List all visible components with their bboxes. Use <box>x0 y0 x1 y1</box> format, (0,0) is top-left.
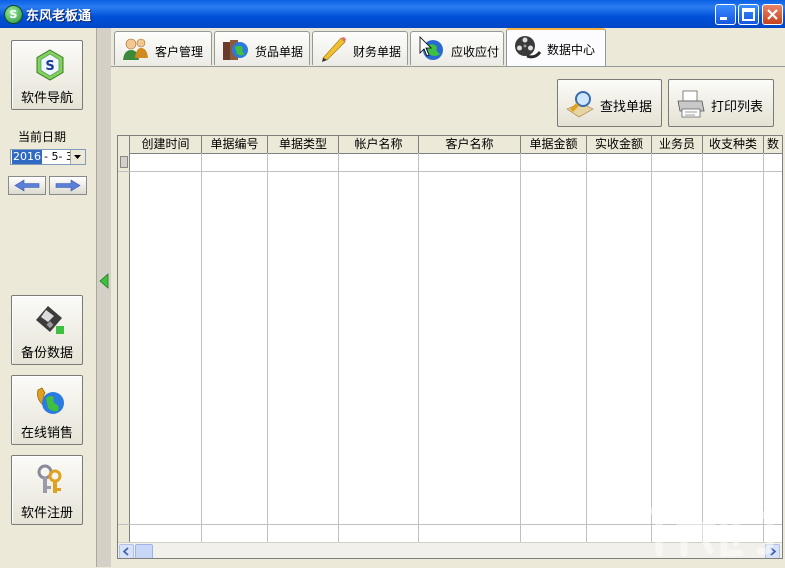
window-title: 东风老板通 <box>26 9 92 24</box>
column-header[interactable]: 单据编号 <box>202 136 268 153</box>
tab-data-label: 数据中心 <box>547 43 596 57</box>
chevron-down-icon <box>74 155 81 159</box>
arrow-left-icon <box>14 179 40 192</box>
tab-receivable-label: 应收应付 <box>451 45 500 59</box>
find-document-label: 查找单据 <box>600 100 653 115</box>
column-header[interactable]: 业务员 <box>652 136 703 153</box>
column-header[interactable]: 客户名称 <box>419 136 521 153</box>
column-divider <box>702 153 703 542</box>
print-list-label: 打印列表 <box>711 100 764 115</box>
app-icon: S <box>4 5 23 24</box>
online-sales-label: 在线销售 <box>20 426 73 441</box>
data-center-panel: 查找单据 打印列表 创建时间 单据编号 单据类型 帐户名称 客户名称 单据金额 … <box>111 66 785 568</box>
floppy-disk-icon <box>36 306 64 334</box>
collapse-arrow-icon[interactable] <box>98 273 110 289</box>
tab-receivables-payables[interactable]: 应收应付 <box>410 31 504 65</box>
tab-bar: 客户管理 货品单据 财务单据 应收应付 数据中心 <box>111 28 785 66</box>
maximize-button[interactable] <box>738 4 759 25</box>
column-header[interactable]: 实收金额 <box>587 136 652 153</box>
hexagon-s-icon: S <box>36 49 64 81</box>
sidebar-splitter[interactable] <box>97 28 111 567</box>
column-divider <box>201 153 202 542</box>
row-header-strip <box>118 153 130 542</box>
software-register-button[interactable]: 软件注册 <box>11 455 83 525</box>
find-document-button[interactable]: 查找单据 <box>557 79 662 127</box>
tab-data-center[interactable]: 数据中心 <box>506 28 606 66</box>
chevron-left-icon <box>122 547 129 556</box>
close-icon <box>767 9 778 20</box>
watermark-logo <box>644 507 774 557</box>
column-divider <box>520 153 521 542</box>
printer-icon <box>677 90 705 118</box>
software-register-label: 软件注册 <box>20 506 73 521</box>
date-dropdown-button[interactable] <box>70 150 85 164</box>
film-reel-icon <box>515 36 541 59</box>
maximize-icon <box>742 8 755 21</box>
current-date-label: 当前日期 <box>18 130 67 144</box>
previous-date-button[interactable] <box>8 176 46 195</box>
column-header[interactable]: 创建时间 <box>130 136 202 153</box>
tab-customer-management[interactable]: 客户管理 <box>114 31 212 65</box>
customers-icon <box>123 38 148 60</box>
next-date-button[interactable] <box>49 176 87 195</box>
column-divider <box>651 153 652 542</box>
tab-customer-label: 客户管理 <box>155 45 204 59</box>
date-year: 2016 <box>12 150 42 164</box>
column-header[interactable]: 帐户名称 <box>339 136 419 153</box>
cursor-globe-icon <box>419 36 443 60</box>
keys-icon <box>37 464 62 493</box>
backup-data-button[interactable]: 备份数据 <box>11 295 83 365</box>
software-nav-label: 软件导航 <box>20 91 73 106</box>
tab-goods-label: 货品单据 <box>255 45 304 59</box>
row-divider <box>118 171 782 172</box>
document-grid[interactable]: 创建时间 单据编号 单据类型 帐户名称 客户名称 单据金额 实收金额 业务员 收… <box>117 135 783 559</box>
close-button[interactable] <box>762 4 783 25</box>
column-divider <box>418 153 419 542</box>
tab-finance-documents[interactable]: 财务单据 <box>312 31 408 65</box>
column-divider <box>338 153 339 542</box>
scroll-left-button[interactable] <box>119 544 134 558</box>
globe-phone-icon <box>37 387 64 414</box>
current-row-indicator <box>120 156 128 168</box>
minimize-button[interactable] <box>715 4 736 25</box>
svg-text:S: S <box>45 59 54 74</box>
header-corner <box>118 136 130 153</box>
scroll-thumb[interactable] <box>135 544 153 558</box>
magnifier-icon <box>566 91 594 118</box>
column-divider <box>763 153 764 542</box>
column-header[interactable]: 单据金额 <box>521 136 587 153</box>
column-header[interactable]: 数 <box>764 136 782 153</box>
print-list-button[interactable]: 打印列表 <box>668 79 774 127</box>
date-month-day: - 5- 3 <box>44 150 73 163</box>
column-header[interactable]: 单据类型 <box>268 136 339 153</box>
pencil-icon <box>322 37 346 62</box>
software-nav-button[interactable]: S 软件导航 <box>11 40 83 110</box>
backup-data-label: 备份数据 <box>20 346 73 361</box>
tab-finance-label: 财务单据 <box>353 45 402 59</box>
column-divider <box>586 153 587 542</box>
sidebar: S 软件导航 当前日期 2016 - 5- 3 备份数据 在线销售 软件注册 <box>0 28 97 567</box>
title-bar: S 东风老板通 <box>0 0 785 28</box>
grid-header: 创建时间 单据编号 单据类型 帐户名称 客户名称 单据金额 实收金额 业务员 收… <box>118 136 782 154</box>
tab-goods-documents[interactable]: 货品单据 <box>214 31 310 65</box>
column-divider <box>267 153 268 542</box>
date-picker[interactable]: 2016 - 5- 3 <box>10 149 86 165</box>
online-sales-button[interactable]: 在线销售 <box>11 375 83 445</box>
minimize-icon <box>720 17 727 20</box>
arrow-right-icon <box>55 179 81 192</box>
column-header[interactable]: 收支种类 <box>703 136 764 153</box>
books-globe-icon <box>223 40 248 60</box>
